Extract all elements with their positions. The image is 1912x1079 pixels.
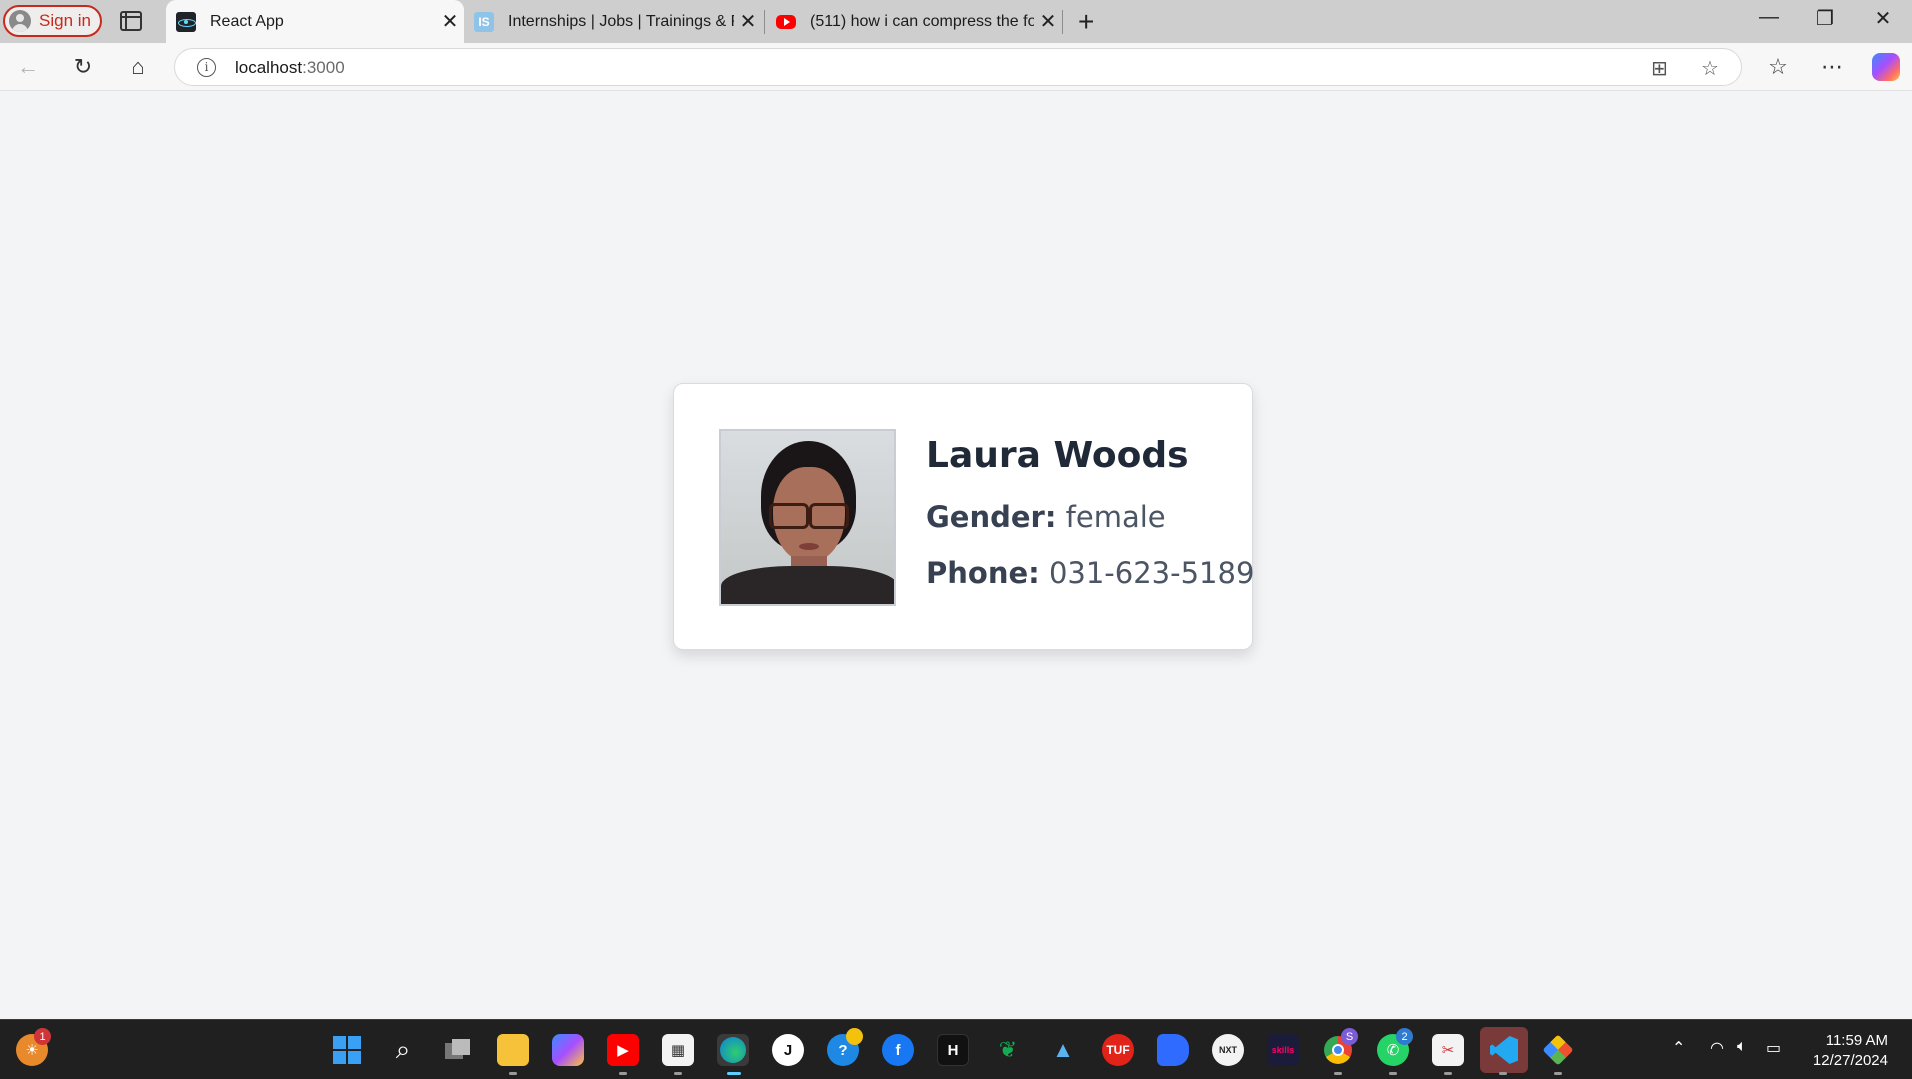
sign-in-button[interactable]: Sign in	[3, 5, 102, 37]
clock[interactable]: 11:59 AM 12/27/2024	[1813, 1031, 1888, 1071]
search-icon[interactable]: ⌕	[387, 1034, 419, 1066]
taskbar: ☀ 1 ⌕ ▶ ▦ J ? f H ❦ ▲ TUF NXT skills S ✆…	[0, 1019, 1912, 1079]
running-indicator	[1444, 1072, 1452, 1075]
tab-title: Internships | Jobs | Trainings & Pla	[508, 12, 734, 30]
running-indicator	[674, 1072, 682, 1075]
tuf-icon[interactable]: TUF	[1102, 1034, 1134, 1066]
favorites-icon[interactable]: ☆	[1762, 53, 1794, 81]
copilot-icon[interactable]	[1872, 53, 1900, 81]
clock-time: 11:59 AM	[1825, 1032, 1888, 1049]
start-icon[interactable]	[331, 1034, 363, 1066]
help-badge	[846, 1028, 863, 1045]
active-indicator	[727, 1072, 741, 1075]
store-icon[interactable]: ▦	[662, 1034, 694, 1066]
app-icon-blue[interactable]	[1157, 1034, 1189, 1066]
tab-separator	[764, 10, 765, 34]
site-info-icon[interactable]: i	[197, 58, 216, 77]
close-tab-icon[interactable]: ✕	[734, 9, 762, 34]
nxtwave-icon[interactable]: NXT	[1212, 1034, 1244, 1066]
volume-icon[interactable]: 🔈︎	[1737, 1038, 1747, 1056]
battery-icon[interactable]: ▭	[1766, 1038, 1781, 1058]
running-indicator	[1389, 1072, 1397, 1075]
tab-youtube[interactable]: (511) how i can compress the fold ✕	[766, 0, 1062, 43]
url-text[interactable]: localhost:3000	[235, 58, 345, 78]
close-tab-icon[interactable]: ✕	[436, 9, 464, 34]
refresh-icon[interactable]: ↻	[67, 53, 99, 81]
running-indicator	[1334, 1072, 1342, 1075]
phone-row: Phone: 031-623-5189	[926, 552, 1254, 594]
running-indicator	[1554, 1072, 1562, 1075]
tab-title: React App	[210, 12, 284, 30]
chrome-badge: S	[1341, 1028, 1358, 1045]
tab-internshala[interactable]: IS Internships | Jobs | Trainings & Pla …	[464, 0, 762, 43]
phone-label: Phone:	[926, 556, 1040, 590]
profile-avatar-icon	[9, 10, 31, 32]
profile-photo	[719, 429, 896, 606]
snipping-tool-icon[interactable]: ✂	[1432, 1034, 1464, 1066]
tab-actions-icon[interactable]	[120, 11, 142, 31]
phone-value: 031-623-5189	[1048, 556, 1255, 590]
weather-badge: 1	[34, 1028, 51, 1045]
file-explorer-icon[interactable]	[497, 1034, 529, 1066]
facebook-icon[interactable]: f	[882, 1034, 914, 1066]
back-icon[interactable]: ←	[12, 53, 44, 81]
task-view-icon[interactable]	[442, 1034, 474, 1066]
hackerrank-icon[interactable]: H	[937, 1034, 969, 1066]
jetbrains-icon[interactable]: J	[772, 1034, 804, 1066]
home-icon[interactable]: ⌂	[122, 53, 154, 81]
close-tab-icon[interactable]: ✕	[1034, 9, 1062, 34]
copilot-taskbar-icon[interactable]	[552, 1034, 584, 1066]
gender-value: female	[1065, 500, 1166, 534]
running-indicator	[509, 1072, 517, 1075]
tab-title: (511) how i can compress the fold	[810, 12, 1034, 30]
internshala-icon: IS	[474, 11, 494, 32]
address-bar[interactable]: i localhost:3000 ⊞ ☆	[174, 48, 1742, 86]
tab-react-app[interactable]: React App ✕	[166, 0, 464, 43]
running-indicator	[619, 1072, 627, 1075]
show-hidden-icons-icon[interactable]: ⌃	[1672, 1038, 1685, 1058]
app-icon[interactable]: ▲	[1047, 1034, 1079, 1066]
more-menu-icon[interactable]: ⋯	[1816, 53, 1848, 81]
profile-card: Laura Woods Gender: female Phone: 031-62…	[673, 383, 1254, 650]
skills-icon[interactable]: skills	[1267, 1034, 1299, 1066]
clock-date: 12/27/2024	[1812, 1052, 1888, 1069]
profile-info: Laura Woods Gender: female Phone: 031-62…	[926, 434, 1254, 594]
new-tab-icon[interactable]: +	[1078, 6, 1094, 38]
browser-toolbar: ← ↻ ⌂ i localhost:3000 ⊞ ☆ ☆ ⋯	[0, 43, 1912, 91]
youtube-taskbar-icon[interactable]: ▶	[607, 1034, 639, 1066]
tab-strip: Sign in React App ✕ IS Internships | Job…	[0, 0, 1912, 43]
edge-icon[interactable]	[717, 1034, 749, 1066]
restore-icon[interactable]: ❐	[1802, 6, 1848, 31]
whatsapp-badge: 2	[1396, 1028, 1413, 1045]
profile-name: Laura Woods	[926, 435, 1189, 476]
favorite-star-icon[interactable]: ☆	[1701, 56, 1719, 81]
minimize-icon[interactable]: —	[1746, 6, 1792, 29]
youtube-icon	[776, 14, 796, 29]
vscode-icon[interactable]	[1480, 1027, 1528, 1073]
git-icon[interactable]	[1542, 1034, 1574, 1066]
app-available-icon[interactable]: ⊞	[1651, 56, 1668, 81]
gender-row: Gender: female	[926, 496, 1254, 538]
tab-separator	[1062, 10, 1063, 34]
react-icon	[176, 11, 196, 32]
sign-in-label: Sign in	[39, 11, 91, 30]
gender-label: Gender:	[926, 500, 1057, 534]
mongodb-icon[interactable]: ❦	[992, 1034, 1024, 1066]
close-window-icon[interactable]: ✕	[1860, 6, 1906, 31]
running-indicator	[1499, 1072, 1507, 1075]
wifi-icon[interactable]: ◠	[1710, 1038, 1724, 1058]
